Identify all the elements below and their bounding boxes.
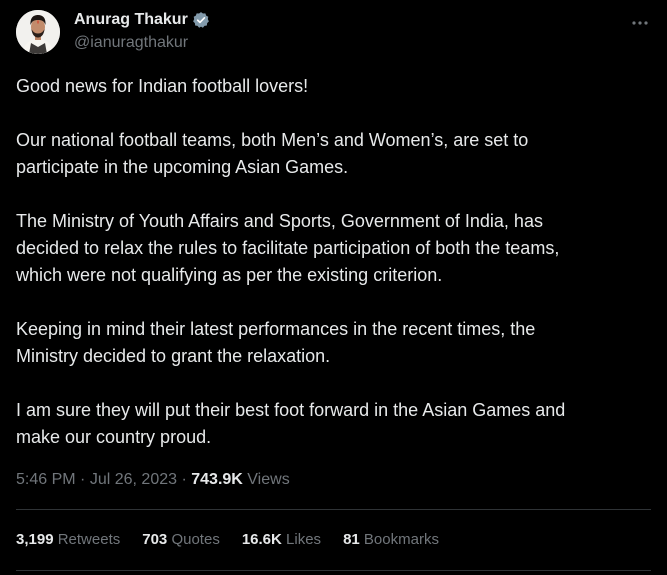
- text-line: I am sure they will put their best foot …: [16, 400, 566, 420]
- text-line: The Ministry of Youth Affairs and Sports…: [16, 211, 543, 231]
- tweet-paragraph: Our national football teams, both Men’s …: [16, 127, 646, 181]
- text-line: Our national football teams, both Men’s …: [16, 130, 529, 150]
- views-count: 743.9K: [191, 471, 243, 488]
- more-horizontal-icon[interactable]: [629, 12, 651, 34]
- text-line: which were not qualifying as per the exi…: [16, 265, 443, 285]
- retweets-count: 3,199: [16, 531, 54, 548]
- bookmarks-stat[interactable]: 81 Bookmarks: [343, 529, 439, 551]
- tweet-paragraph: I am sure they will put their best foot …: [16, 397, 646, 451]
- text-line: make our country proud.: [16, 427, 212, 447]
- text-line: participate in the upcoming Asian Games.: [16, 157, 349, 177]
- author-info: Anurag Thakur @ianuragthakur: [74, 9, 210, 52]
- bookmarks-count: 81: [343, 531, 360, 548]
- views-label: Views: [247, 471, 290, 488]
- tweet-header: Anurag Thakur @ianuragthakur: [16, 8, 651, 56]
- meta-separator: ·: [80, 471, 86, 488]
- text-line: Keeping in mind their latest performance…: [16, 319, 536, 339]
- engagement-stats: 3,199 Retweets 703 Quotes 16.6K Likes 81…: [16, 529, 461, 551]
- quotes-stat[interactable]: 703 Quotes: [142, 529, 220, 551]
- tweet-paragraph: Keeping in mind their latest performance…: [16, 316, 646, 370]
- likes-stat[interactable]: 16.6K Likes: [242, 529, 321, 551]
- retweets-label: Retweets: [57, 531, 121, 548]
- author-display-name[interactable]: Anurag Thakur: [74, 11, 188, 29]
- tweet-date[interactable]: Jul 26, 2023: [90, 471, 177, 488]
- likes-count: 16.6K: [241, 531, 282, 548]
- tweet-time[interactable]: 5:46 PM: [16, 471, 76, 488]
- quotes-count: 703: [142, 531, 168, 548]
- divider: [16, 509, 651, 510]
- divider: [16, 570, 651, 571]
- tweet-meta: 5:46 PM · Jul 26, 2023 · 743.9K Views: [16, 469, 290, 491]
- tweet-paragraph: Good news for Indian football lovers!: [16, 73, 646, 100]
- tweet-detail: Anurag Thakur @ianuragthakur Good news f…: [0, 0, 667, 575]
- tweet-paragraph: The Ministry of Youth Affairs and Sports…: [16, 208, 646, 289]
- quotes-label: Quotes: [171, 531, 220, 548]
- avatar[interactable]: [16, 10, 60, 54]
- text-line: Good news for Indian football lovers!: [16, 76, 309, 96]
- tweet-text: Good news for Indian football lovers! Ou…: [16, 73, 646, 478]
- text-line: decided to relax the rules to facilitate…: [16, 238, 560, 258]
- meta-separator: ·: [181, 471, 187, 488]
- author-handle[interactable]: @ianuragthakur: [74, 34, 210, 52]
- bookmarks-label: Bookmarks: [363, 531, 439, 548]
- retweets-stat[interactable]: 3,199 Retweets: [16, 529, 120, 551]
- likes-label: Likes: [286, 531, 322, 548]
- text-line: Ministry decided to grant the relaxation…: [16, 346, 331, 366]
- avatar-image: [16, 10, 60, 54]
- verified-badge-icon[interactable]: [192, 11, 210, 29]
